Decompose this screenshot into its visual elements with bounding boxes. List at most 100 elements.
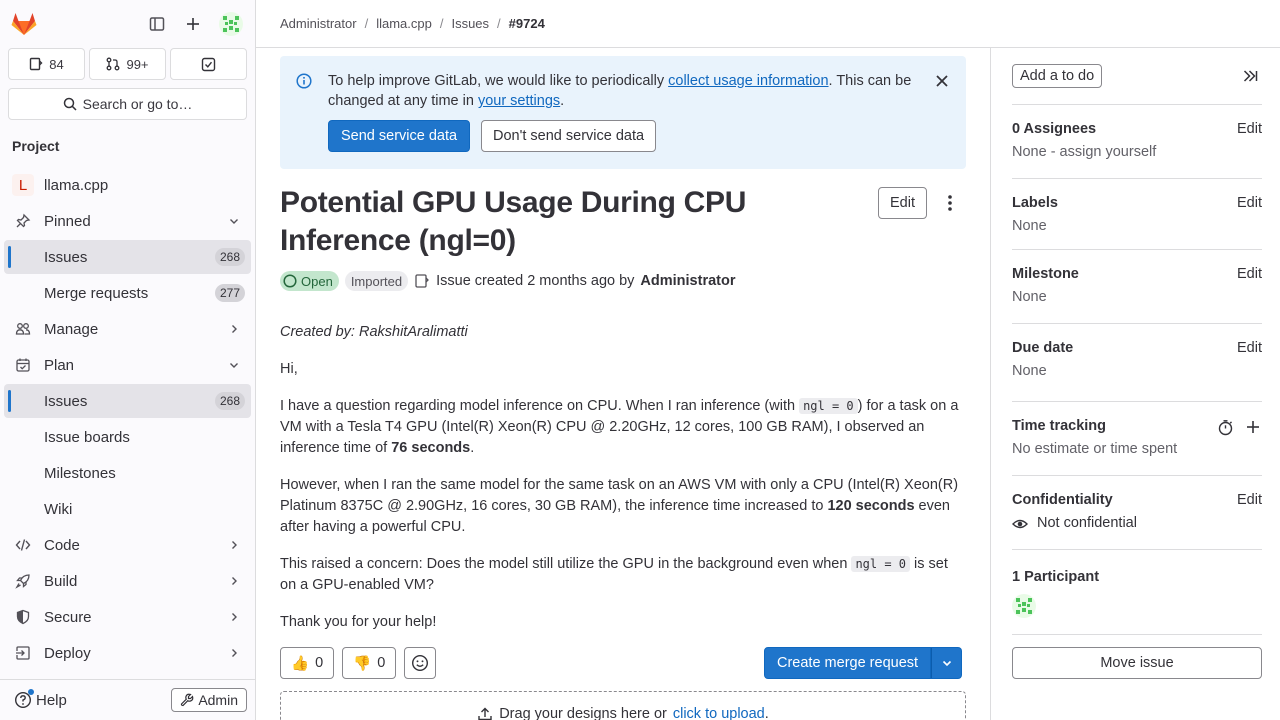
add-reaction-button[interactable] — [404, 647, 437, 679]
issue-author[interactable]: Administrator — [640, 273, 735, 289]
click-to-upload-link[interactable]: click to upload — [673, 706, 765, 720]
sidebar-item-pinned-merge-requests[interactable]: Merge requests 277 — [4, 276, 251, 310]
edit-assignees-button[interactable]: Edit — [1237, 121, 1262, 137]
merge-requests-count-badge: 277 — [214, 284, 245, 302]
close-icon[interactable] — [934, 73, 950, 89]
dont-send-service-data-button[interactable]: Don't send service data — [481, 120, 657, 152]
planning-icon — [14, 356, 32, 374]
merge-requests-counter-button[interactable]: 99+ — [89, 48, 166, 80]
create-new-icon[interactable] — [183, 14, 203, 34]
user-avatar[interactable] — [219, 12, 243, 36]
project-name: llama.cpp — [44, 176, 109, 194]
breadcrumb-item-project[interactable]: llama.cpp — [376, 16, 432, 31]
collapse-sidebar-icon[interactable] — [1242, 68, 1258, 84]
sidebar-toggle-icon[interactable] — [147, 14, 167, 34]
issue-meta: Open Imported Issue created 2 months ago… — [280, 271, 736, 291]
search-icon — [63, 97, 77, 111]
alert-text-part: . — [560, 93, 565, 109]
sidebar-item-plan[interactable]: Plan — [4, 348, 251, 382]
description-paragraph: This raised a concern: Does the model st… — [280, 554, 966, 596]
sidebar-item-pinned-issues[interactable]: Issues 268 — [4, 240, 251, 274]
collect-usage-link[interactable]: collect usage information — [668, 73, 828, 89]
search-button[interactable]: Search or go to… — [8, 88, 247, 120]
sidebar-item-issue-boards[interactable]: Issue boards — [4, 420, 251, 454]
sidebar-item-project[interactable]: L llama.cpp — [4, 168, 251, 202]
create-merge-request-dropdown[interactable] — [931, 647, 963, 679]
sidebar-header — [0, 0, 255, 48]
breadcrumb-item-current[interactable]: #9724 — [509, 16, 545, 31]
sidebar-item-pinned[interactable]: Pinned — [4, 204, 251, 238]
send-service-data-button[interactable]: Send service data — [328, 120, 471, 152]
help-button[interactable]: Help — [8, 689, 67, 709]
chevron-right-icon — [227, 574, 241, 588]
add-todo-button[interactable]: Add a to do — [1012, 64, 1103, 88]
issues-count: 84 — [49, 56, 64, 72]
sidebar-item-milestones[interactable]: Milestones — [4, 456, 251, 490]
breadcrumb-item-issues[interactable]: Issues — [451, 16, 489, 31]
edit-due-date-button[interactable]: Edit — [1237, 340, 1262, 356]
issues-counter-button[interactable]: 84 — [8, 48, 85, 80]
breadcrumb-separator: / — [439, 16, 444, 31]
inline-code: ngl = 0 — [799, 398, 858, 414]
edit-labels-button[interactable]: Edit — [1237, 195, 1262, 211]
gitlab-logo-icon[interactable] — [10, 10, 38, 38]
edit-confidentiality-button[interactable]: Edit — [1237, 492, 1262, 508]
time-tracking-title: Time tracking — [1012, 418, 1107, 434]
add-time-icon[interactable] — [1246, 420, 1260, 434]
users-icon — [14, 320, 32, 338]
smiley-icon — [412, 654, 429, 672]
issue-right-sidebar: Add a to do 0 Assignees Edit None - assi… — [990, 48, 1280, 720]
breadcrumb-item-administrator[interactable]: Administrator — [280, 16, 357, 31]
sidebar-item-label: Issue boards — [44, 428, 130, 446]
sidebar-item-build[interactable]: Build — [4, 564, 251, 598]
stopwatch-icon[interactable] — [1217, 419, 1234, 436]
status-badge: Open — [280, 271, 339, 291]
sidebar-item-secure[interactable]: Secure — [4, 600, 251, 634]
admin-button[interactable]: Admin — [171, 688, 247, 712]
sidebar-counters: 84 99+ — [8, 48, 247, 80]
thumbs-up-icon: 👍 — [291, 655, 310, 672]
breadcrumb-separator: / — [497, 16, 501, 31]
participant-avatar[interactable] — [1012, 594, 1036, 618]
milestone-value: None — [1012, 289, 1047, 305]
todos-counter-button[interactable] — [170, 48, 247, 80]
sidebar-item-manage[interactable]: Manage — [4, 312, 251, 346]
breadcrumb: Administrator / llama.cpp / Issues / #97… — [256, 0, 1280, 48]
chevron-right-icon — [227, 538, 241, 552]
edit-issue-button[interactable]: Edit — [878, 187, 927, 219]
alert-text-part: To help improve GitLab, we would like to… — [328, 73, 669, 89]
issue-main-content: To help improve GitLab, we would like to… — [256, 48, 990, 720]
sidebar-footer: Help Admin — [0, 679, 255, 720]
time-tracking-block: Time tracking No estimate or time spent — [1012, 401, 1262, 475]
assignees-value[interactable]: None - assign yourself — [1012, 144, 1156, 160]
description-paragraph: I have a question regarding model infere… — [280, 396, 966, 459]
eye-icon — [1012, 519, 1028, 529]
status-label: Open — [301, 273, 333, 289]
edit-milestone-button[interactable]: Edit — [1237, 266, 1262, 282]
sidebar-item-plan-issues[interactable]: Issues 268 — [4, 384, 251, 418]
design-upload-dropzone[interactable]: Drag your designs here or click to uploa… — [280, 691, 966, 720]
issues-count-badge: 268 — [214, 392, 245, 410]
breadcrumb-separator: / — [364, 16, 369, 31]
participants-title: 1 Participant — [1012, 569, 1100, 585]
issue-description: Created by: RakshitAralimatti Hi, I have… — [280, 322, 966, 649]
thumbs-down-count: 0 — [377, 655, 386, 671]
sidebar-item-label: Issues — [44, 392, 88, 410]
sidebar-item-code[interactable]: Code — [4, 528, 251, 562]
sidebar-item-label: Pinned — [44, 212, 91, 230]
sidebar-item-deploy[interactable]: Deploy — [4, 636, 251, 670]
due-date-title: Due date — [1012, 340, 1074, 356]
issues-count-badge: 268 — [214, 248, 245, 266]
sidebar-item-wiki[interactable]: Wiki — [4, 492, 251, 526]
more-actions-icon[interactable] — [942, 194, 958, 212]
move-issue-button[interactable]: Move issue — [1012, 647, 1262, 679]
alert-message: To help improve GitLab, we would like to… — [328, 71, 918, 111]
description-thanks: Thank you for your help! — [280, 614, 437, 630]
your-settings-link[interactable]: your settings — [478, 93, 560, 109]
thumbs-up-button[interactable]: 👍 0 — [280, 647, 335, 679]
create-merge-request-button[interactable]: Create merge request — [764, 647, 932, 679]
thumbs-down-button[interactable]: 👎 0 — [342, 647, 397, 679]
description-bold: 76 seconds — [391, 440, 471, 456]
help-label: Help — [36, 691, 67, 709]
code-icon — [14, 536, 32, 554]
